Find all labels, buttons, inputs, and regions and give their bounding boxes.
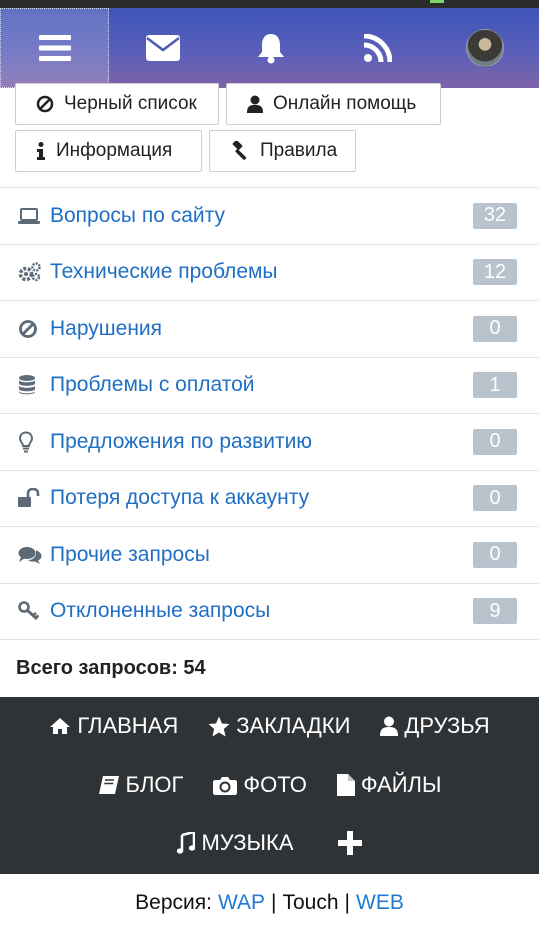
category-item-site-questions[interactable]: Вопросы по сайту 32 (0, 188, 539, 245)
bell-icon (257, 34, 284, 64)
category-label: Нарушения (50, 316, 163, 340)
menu-icon (38, 35, 71, 61)
footer-link-music[interactable]: МУЗЫКА (177, 830, 294, 856)
footer-nav-row-2: БЛОГ ФОТО ФАЙЛЫ (0, 770, 539, 800)
music-icon (177, 832, 196, 854)
footer-more-button[interactable] (337, 831, 362, 855)
category-item-technical-problems[interactable]: Технические проблемы 12 (0, 245, 539, 301)
footer-link-bookmarks-label: ЗАКЛАДКИ (236, 713, 351, 738)
envelope-icon (146, 35, 181, 61)
action-buttons-row-1: Черный список Онлайн помощь (15, 83, 441, 125)
footer-link-photo-label: ФОТО (243, 772, 307, 797)
version-link-wap[interactable]: WAP (218, 891, 265, 915)
feed-button[interactable] (324, 8, 431, 88)
unlock-icon (18, 487, 42, 509)
footer-link-music-label: МУЗЫКА (201, 830, 294, 855)
ban-icon (36, 95, 54, 113)
version-separator: | (344, 891, 350, 914)
category-item-violations[interactable]: Нарушения 0 (0, 301, 539, 358)
footer-link-blog-label: БЛОГ (125, 772, 184, 797)
comments-icon (18, 544, 42, 566)
category-item-rejected-requests[interactable]: Отклоненные запросы 9 (0, 584, 539, 640)
plus-icon (337, 831, 362, 855)
info-button[interactable]: Информация (15, 130, 202, 172)
category-count-badge: 1 (473, 372, 517, 399)
laptop-icon (18, 205, 42, 227)
messages-button[interactable] (109, 8, 216, 88)
star-icon (208, 716, 230, 736)
online-help-label: Онлайн помощь (273, 93, 417, 114)
category-label: Вопросы по сайту (50, 203, 225, 227)
category-count-badge: 32 (473, 202, 517, 229)
user-icon (247, 95, 263, 113)
category-item-payment-problems[interactable]: Проблемы с оплатой 1 (0, 358, 539, 414)
category-count-badge: 0 (473, 428, 517, 455)
blacklist-button[interactable]: Черный список (15, 83, 219, 125)
menu-button[interactable] (0, 8, 110, 88)
category-count-badge: 0 (473, 315, 517, 342)
footer-link-files[interactable]: ФАЙЛЫ (336, 772, 442, 798)
lightbulb-icon (18, 431, 42, 453)
category-label: Прочие запросы (50, 542, 210, 566)
info-label: Информация (56, 140, 173, 161)
home-icon (50, 718, 71, 734)
footer-link-home[interactable]: ГЛАВНАЯ (49, 713, 178, 739)
category-item-account-access[interactable]: Потеря доступа к аккаунту 0 (0, 471, 539, 527)
footer-link-friends[interactable]: ДРУЗЬЯ (380, 713, 490, 739)
total-requests: Всего запросов: 54 (16, 657, 206, 679)
version-current-touch: Touch (282, 891, 339, 914)
version-separator: | (271, 891, 277, 914)
category-count-badge: 9 (473, 598, 517, 625)
rules-label: Правила (260, 140, 338, 161)
action-buttons-row-2: Информация Правила (15, 130, 356, 172)
footer-link-blog[interactable]: БЛОГ (98, 772, 184, 798)
category-item-suggestions[interactable]: Предложения по развитию 0 (0, 414, 539, 471)
version-link-web[interactable]: WEB (356, 891, 404, 915)
footer-nav: ГЛАВНАЯ ЗАКЛАДКИ ДРУЗЬЯ БЛОГ ФОТО ФАЙЛЫ … (0, 697, 539, 874)
footer-nav-row-3: МУЗЫКА (0, 828, 539, 858)
file-icon (336, 774, 355, 796)
ban-icon (18, 318, 42, 340)
book-icon (98, 776, 119, 794)
gavel-icon (232, 141, 247, 160)
footer-link-photo[interactable]: ФОТО (213, 772, 307, 798)
rules-button[interactable]: Правила (209, 130, 356, 172)
database-icon (18, 374, 42, 396)
category-label: Отклоненные запросы (50, 599, 271, 623)
category-count-badge: 0 (473, 541, 517, 568)
user-icon (380, 716, 399, 736)
online-help-button[interactable]: Онлайн помощь (226, 83, 441, 125)
footer-nav-row-1: ГЛАВНАЯ ЗАКЛАДКИ ДРУЗЬЯ (0, 711, 539, 741)
avatar (466, 29, 505, 67)
category-list: Вопросы по сайту 32 Технические проблемы… (0, 187, 539, 640)
footer-link-friends-label: ДРУЗЬЯ (404, 713, 490, 738)
rss-icon (363, 34, 392, 62)
gears-icon (18, 261, 42, 283)
status-strip (0, 0, 539, 8)
notifications-button[interactable] (217, 8, 324, 88)
footer-link-home-label: ГЛАВНАЯ (77, 713, 179, 738)
blacklist-label: Черный список (64, 93, 197, 114)
profile-button[interactable] (432, 8, 539, 88)
category-label: Предложения по развитию (50, 429, 313, 453)
category-label: Технические проблемы (50, 260, 278, 284)
category-item-other-requests[interactable]: Прочие запросы 0 (0, 527, 539, 584)
info-icon (37, 142, 45, 160)
category-label: Проблемы с оплатой (50, 373, 255, 397)
version-switcher: Версия: WAP | Touch | WEB (0, 883, 539, 923)
footer-link-bookmarks[interactable]: ЗАКЛАДКИ (208, 713, 350, 739)
category-count-badge: 12 (473, 259, 517, 286)
camera-icon (213, 777, 238, 795)
footer-link-files-label: ФАЙЛЫ (360, 772, 442, 797)
status-indicator (430, 0, 444, 3)
category-count-badge: 0 (473, 485, 517, 512)
top-navbar (0, 8, 539, 88)
version-label: Версия: (135, 891, 212, 914)
key-icon (18, 600, 42, 622)
category-label: Потеря доступа к аккаунту (50, 486, 310, 510)
